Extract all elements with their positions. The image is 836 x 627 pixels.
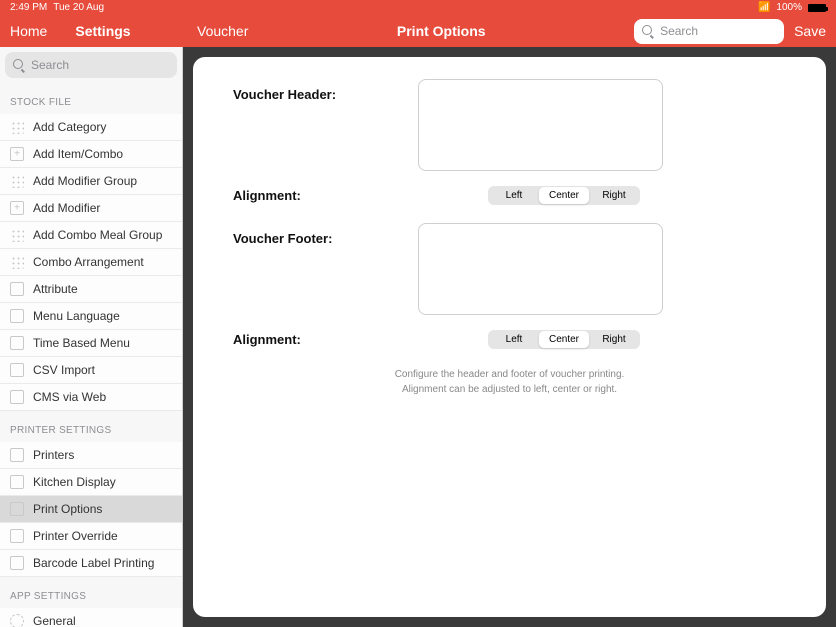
- segment-left[interactable]: Left: [489, 331, 539, 348]
- simple-icon: [10, 363, 24, 377]
- content-panel: Voucher Header: Alignment: LeftCenterRig…: [193, 57, 826, 617]
- simple-icon: [10, 556, 24, 570]
- alignment-label-1: Alignment:: [233, 188, 418, 203]
- sidebar-search[interactable]: [5, 52, 177, 78]
- sidebar-item-label: Combo Arrangement: [33, 255, 144, 269]
- header-search[interactable]: [634, 19, 784, 44]
- simple-icon: [10, 282, 24, 296]
- simple-icon: [10, 475, 24, 489]
- hint-text: Configure the header and footer of vouch…: [233, 367, 786, 397]
- sidebar-item-label: Time Based Menu: [33, 336, 130, 350]
- voucher-footer-input[interactable]: [418, 223, 663, 315]
- sidebar-item-label: Kitchen Display: [33, 475, 116, 489]
- alignment-label-2: Alignment:: [233, 332, 418, 347]
- sidebar-item-cms-via-web[interactable]: CMS via Web: [0, 384, 182, 411]
- page-title: Print Options: [397, 23, 486, 39]
- plus-icon: [10, 147, 24, 161]
- sidebar-item-printers[interactable]: Printers: [0, 442, 182, 469]
- sidebar: STOCK FILE Add Category Add Item/Combo Add …: [0, 47, 183, 627]
- sidebar-item-label: Add Modifier Group: [33, 174, 137, 188]
- section-title: APP SETTINGS: [0, 577, 182, 608]
- footer-alignment-control[interactable]: LeftCenterRight: [488, 330, 640, 349]
- sidebar-item-label: General: [33, 614, 76, 627]
- sidebar-search-input[interactable]: [31, 58, 169, 72]
- sidebar-item-kitchen-display[interactable]: Kitchen Display: [0, 469, 182, 496]
- content-backdrop: Voucher Header: Alignment: LeftCenterRig…: [183, 47, 836, 627]
- sidebar-item-label: Printers: [33, 448, 74, 462]
- sidebar-item-label: Printer Override: [33, 529, 118, 543]
- sidebar-item-attribute[interactable]: Attribute: [0, 276, 182, 303]
- sidebar-item-add-category[interactable]: Add Category: [0, 114, 182, 141]
- settings-link[interactable]: Settings: [75, 23, 130, 39]
- sidebar-item-print-options[interactable]: Print Options: [0, 496, 182, 523]
- sidebar-item-label: Add Category: [33, 120, 106, 134]
- plus-icon: [10, 201, 24, 215]
- battery-percent: 100%: [776, 2, 802, 13]
- grid-icon: [10, 120, 24, 134]
- simple-icon: [10, 502, 24, 516]
- sidebar-item-printer-override[interactable]: Printer Override: [0, 523, 182, 550]
- gear-icon: [10, 614, 24, 627]
- section-title: PRINTER SETTINGS: [0, 411, 182, 442]
- voucher-header-input[interactable]: [418, 79, 663, 171]
- sidebar-item-label: Attribute: [33, 282, 78, 296]
- sidebar-item-label: Add Modifier: [33, 201, 100, 215]
- grid-icon: [10, 174, 24, 188]
- segment-center[interactable]: Center: [539, 187, 589, 204]
- simple-icon: [10, 309, 24, 323]
- sidebar-item-general[interactable]: General: [0, 608, 182, 627]
- search-icon: [642, 25, 654, 37]
- simple-icon: [10, 336, 24, 350]
- sidebar-item-label: CMS via Web: [33, 390, 106, 404]
- battery-icon: [808, 4, 826, 12]
- sidebar-item-barcode-label-printing[interactable]: Barcode Label Printing: [0, 550, 182, 577]
- voucher-footer-label: Voucher Footer:: [233, 223, 418, 246]
- search-icon: [13, 59, 25, 71]
- sidebar-item-label: CSV Import: [33, 363, 95, 377]
- grid-icon: [10, 228, 24, 242]
- save-button[interactable]: Save: [794, 23, 826, 39]
- wifi-icon: [758, 2, 770, 13]
- sidebar-item-label: Print Options: [33, 502, 102, 516]
- segment-center[interactable]: Center: [539, 331, 589, 348]
- status-time: 2:49 PM: [10, 2, 47, 13]
- segment-right[interactable]: Right: [589, 187, 639, 204]
- sidebar-item-label: Add Item/Combo: [33, 147, 123, 161]
- sidebar-item-time-based-menu[interactable]: Time Based Menu: [0, 330, 182, 357]
- breadcrumb-voucher[interactable]: Voucher: [197, 23, 248, 39]
- grid-icon: [10, 255, 24, 269]
- sidebar-item-csv-import[interactable]: CSV Import: [0, 357, 182, 384]
- simple-icon: [10, 448, 24, 462]
- voucher-header-label: Voucher Header:: [233, 79, 418, 102]
- sidebar-item-menu-language[interactable]: Menu Language: [0, 303, 182, 330]
- header-search-input[interactable]: [660, 24, 776, 38]
- sidebar-item-add-modifier[interactable]: Add Modifier: [0, 195, 182, 222]
- sidebar-item-add-item-combo[interactable]: Add Item/Combo: [0, 141, 182, 168]
- simple-icon: [10, 390, 24, 404]
- segment-left[interactable]: Left: [489, 187, 539, 204]
- sidebar-item-label: Add Combo Meal Group: [33, 228, 162, 242]
- header: Home Settings Voucher Print Options Save: [0, 15, 836, 47]
- status-bar: 2:49 PM Tue 20 Aug 100%: [0, 0, 836, 15]
- segment-right[interactable]: Right: [589, 331, 639, 348]
- simple-icon: [10, 529, 24, 543]
- home-link[interactable]: Home: [10, 23, 47, 39]
- header-alignment-control[interactable]: LeftCenterRight: [488, 186, 640, 205]
- section-title: STOCK FILE: [0, 83, 182, 114]
- sidebar-item-add-modifier-group[interactable]: Add Modifier Group: [0, 168, 182, 195]
- sidebar-item-label: Menu Language: [33, 309, 120, 323]
- sidebar-item-combo-arrangement[interactable]: Combo Arrangement: [0, 249, 182, 276]
- sidebar-item-add-combo-meal-group[interactable]: Add Combo Meal Group: [0, 222, 182, 249]
- status-date: Tue 20 Aug: [53, 2, 104, 13]
- sidebar-item-label: Barcode Label Printing: [33, 556, 154, 570]
